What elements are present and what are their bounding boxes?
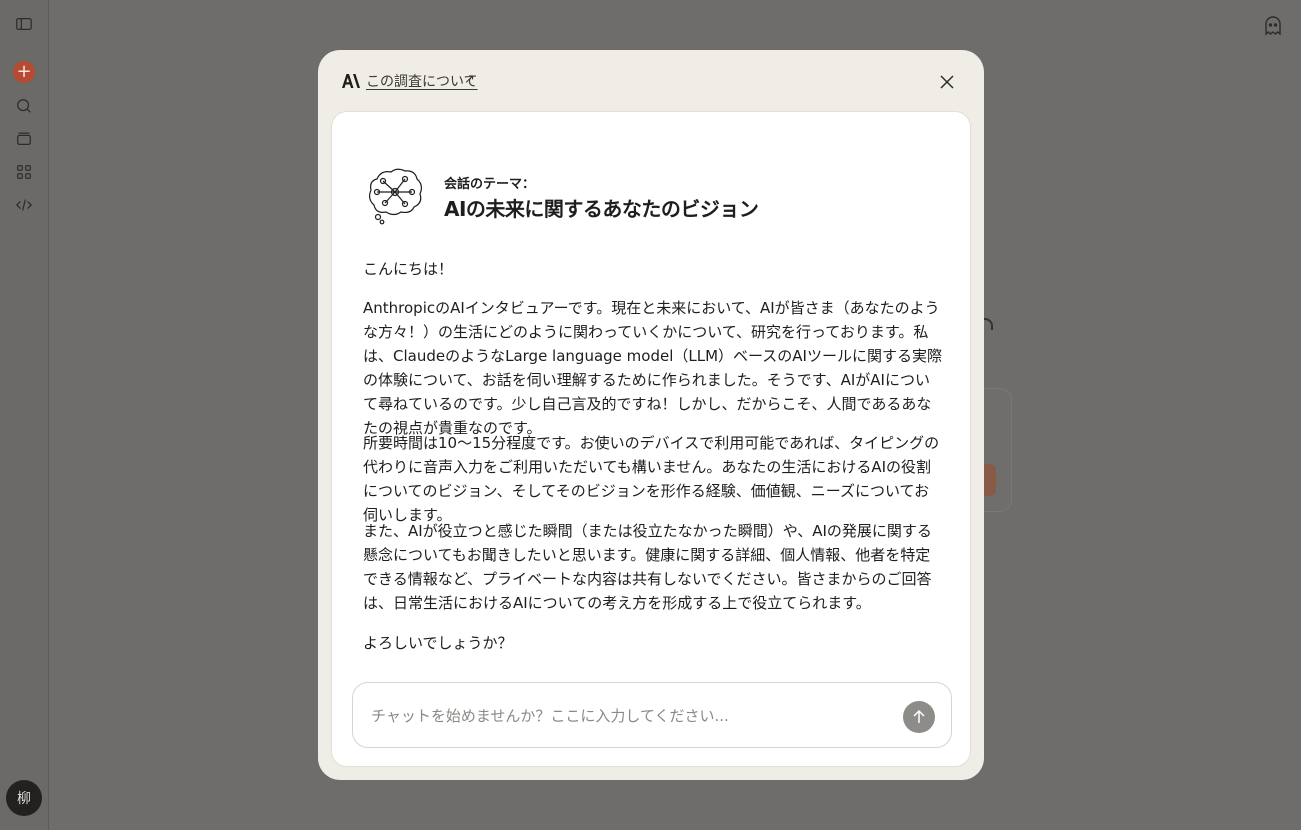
topic-title: AIの未来に関するあなたのビジョン — [444, 197, 759, 221]
privacy-paragraph: また、AIが役立つと感じた瞬間（または役立たなかった瞬間）や、AIの発展に関する… — [363, 522, 932, 612]
ghost-mode-icon[interactable] — [1262, 15, 1284, 37]
intro-paragraph: AnthropicのAIインタビュアーです。現在と未来において、AIが皆さま（あ… — [363, 299, 942, 437]
left-sidebar: + 柳 — [0, 0, 49, 830]
external-link-icon: ↗ — [464, 72, 475, 87]
intro-card: 会話のテーマ： AIの未来に関するあなたのビジョン こんにちは！ Anthrop… — [331, 111, 971, 767]
background-decoration — [983, 318, 993, 330]
topic-label: 会話のテーマ： — [444, 177, 536, 192]
new-chat-plus-icon[interactable]: + — [13, 61, 35, 83]
avatar[interactable]: 柳 — [6, 780, 42, 816]
chat-input[interactable] — [371, 703, 891, 729]
projects-icon[interactable] — [12, 127, 36, 151]
code-icon[interactable] — [12, 193, 36, 217]
sidebar-toggle-icon[interactable] — [12, 12, 36, 36]
chats-search-icon[interactable] — [12, 94, 36, 118]
network-brain-icon — [367, 167, 423, 225]
interview-modal: この調査について ↗ 会話のテーマ： AIの未来に関するあなたのビジョン こんに… — [318, 50, 984, 780]
chat-input-box — [352, 682, 952, 748]
anthropic-logo-icon — [342, 74, 360, 90]
artifacts-icon[interactable] — [12, 160, 36, 184]
greeting-text: こんにちは！ — [363, 260, 454, 278]
arrow-up-icon — [913, 709, 925, 723]
ready-question: よろしいでしょうか？ — [363, 634, 513, 652]
modal-header: この調査について ↗ — [318, 50, 984, 110]
duration-paragraph: 所要時間は10〜15分程度です。お使いのデバイスで利用可能であれば、タイピングの… — [363, 434, 940, 524]
close-icon[interactable] — [937, 72, 957, 92]
send-button[interactable] — [903, 701, 935, 733]
about-survey-link[interactable]: この調査について — [366, 71, 478, 91]
